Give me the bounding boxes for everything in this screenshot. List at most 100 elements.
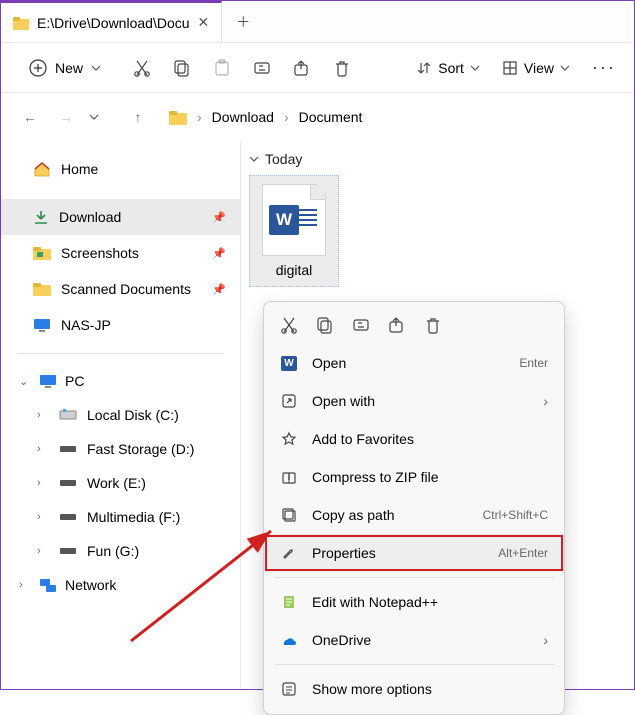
ctx-shortcut: Alt+Enter — [498, 546, 548, 560]
rename-icon[interactable] — [352, 316, 370, 334]
chevron-down-icon[interactable]: ⌄ — [19, 375, 31, 388]
sidebar-label: NAS-JP — [61, 317, 111, 333]
sidebar-scanned[interactable]: Scanned Documents 📌 — [1, 271, 240, 307]
sidebar-drive[interactable]: › Fun (G:) — [1, 534, 240, 568]
chevron-right-icon[interactable]: › — [37, 443, 49, 455]
delete-icon[interactable] — [333, 59, 351, 77]
ctx-show-more[interactable]: Show more options — [264, 670, 564, 708]
chevron-right-icon[interactable]: › — [19, 579, 31, 591]
delete-icon[interactable] — [424, 316, 442, 334]
zip-icon — [280, 469, 298, 485]
share-icon[interactable] — [388, 316, 406, 334]
chevron-right-icon[interactable]: › — [37, 477, 49, 489]
sidebar-drive[interactable]: ›Multimedia (F:) — [1, 500, 240, 534]
sidebar-screenshots[interactable]: Screenshots 📌 — [1, 235, 240, 271]
ctx-open-with[interactable]: Open with › — [264, 382, 564, 420]
sidebar-home[interactable]: Home — [1, 151, 240, 187]
chevron-right-icon[interactable]: › — [37, 511, 49, 523]
sidebar-label: Network — [65, 577, 116, 593]
ctx-label: Open with — [312, 393, 375, 409]
pin-icon: 📌 — [212, 247, 226, 260]
chevron-down-icon — [560, 65, 570, 71]
share-icon[interactable] — [293, 59, 311, 77]
ctx-label: Show more options — [312, 681, 432, 697]
window-tab[interactable]: E:\Drive\Download\Docu ✕ — [1, 1, 222, 42]
breadcrumb: › Download › Document — [169, 109, 362, 125]
word-file-icon: W — [262, 184, 326, 256]
onedrive-icon — [280, 634, 298, 646]
file-name: digital — [276, 262, 313, 278]
close-tab-icon[interactable]: ✕ — [198, 14, 210, 31]
drive-label: Fun (G:) — [87, 543, 139, 559]
context-menu: W Open Enter Open with › Add to Favorite… — [263, 301, 565, 715]
sidebar-drive[interactable]: ›Fast Storage (D:) — [1, 432, 240, 466]
group-header[interactable]: Today — [249, 151, 626, 167]
ctx-open[interactable]: W Open Enter — [264, 344, 564, 382]
nav-row: ← → ↑ › Download › Document — [1, 93, 634, 141]
sidebar-label: PC — [65, 373, 84, 389]
forward-button[interactable]: → — [53, 109, 79, 125]
ctx-label: Compress to ZIP file — [312, 469, 439, 485]
ctx-copy-path[interactable]: Copy as path Ctrl+Shift+C — [264, 496, 564, 534]
up-button[interactable]: ↑ — [125, 109, 151, 125]
new-button[interactable]: New — [19, 53, 111, 83]
sidebar-label: Screenshots — [61, 245, 139, 261]
sidebar-drive[interactable]: › Local Disk (C:) — [1, 398, 240, 432]
chevron-right-icon[interactable]: › — [37, 545, 49, 557]
chevron-right-icon[interactable]: › — [284, 109, 289, 125]
ctx-compress[interactable]: Compress to ZIP file — [264, 458, 564, 496]
chevron-right-icon[interactable]: › — [37, 409, 49, 421]
word-icon: W — [280, 356, 298, 371]
sidebar-label: Scanned Documents — [61, 281, 191, 297]
recent-dropdown-icon[interactable] — [89, 114, 115, 120]
sidebar: Home Download 📌 Screenshots 📌 Scanned Do… — [1, 141, 241, 689]
more-button[interactable]: ··· — [592, 57, 616, 78]
cut-icon[interactable] — [133, 59, 151, 77]
breadcrumb-item[interactable]: Document — [299, 109, 363, 125]
ctx-favorites[interactable]: Add to Favorites — [264, 420, 564, 458]
cut-icon[interactable] — [280, 316, 298, 334]
paste-icon[interactable] — [213, 59, 231, 77]
ctx-shortcut: Enter — [519, 356, 548, 370]
drive-icon — [59, 512, 77, 522]
sort-icon — [416, 60, 432, 76]
new-tab-button[interactable]: ＋ — [222, 1, 264, 42]
sidebar-download[interactable]: Download 📌 — [1, 199, 240, 235]
copy-icon[interactable] — [316, 316, 334, 334]
home-icon — [33, 161, 51, 177]
ctx-label: OneDrive — [312, 632, 371, 648]
sidebar-label: Download — [59, 209, 121, 225]
monitor-icon — [39, 374, 57, 388]
sidebar-nas[interactable]: NAS-JP — [1, 307, 240, 343]
star-icon — [280, 431, 298, 447]
drive-icon — [59, 478, 77, 488]
chevron-right-icon: › — [543, 393, 548, 409]
file-item[interactable]: W digital — [249, 175, 339, 287]
sidebar-network[interactable]: › Network — [1, 568, 240, 602]
view-button[interactable]: View — [502, 60, 570, 76]
download-icon — [33, 209, 49, 225]
wrench-icon — [280, 545, 298, 561]
folder-icon — [13, 16, 29, 30]
copy-icon[interactable] — [173, 59, 191, 77]
toolbar: New Sort View ··· — [1, 43, 634, 93]
sidebar-pc[interactable]: ⌄ PC — [1, 364, 240, 398]
ctx-label: Add to Favorites — [312, 431, 414, 447]
pin-icon: 📌 — [212, 283, 226, 296]
ctx-onedrive[interactable]: OneDrive › — [264, 621, 564, 659]
rename-icon[interactable] — [253, 59, 271, 77]
chevron-right-icon[interactable]: › — [197, 109, 202, 125]
drive-label: Local Disk (C:) — [87, 407, 179, 423]
ctx-notepadpp[interactable]: Edit with Notepad++ — [264, 583, 564, 621]
folder-icon — [33, 282, 51, 296]
chevron-down-icon — [249, 156, 259, 162]
breadcrumb-item[interactable]: Download — [212, 109, 274, 125]
sort-label: Sort — [438, 60, 464, 76]
title-bar: E:\Drive\Download\Docu ✕ ＋ — [1, 1, 634, 43]
chevron-right-icon: › — [543, 632, 548, 648]
ctx-properties[interactable]: Properties Alt+Enter — [264, 534, 564, 572]
back-button[interactable]: ← — [17, 109, 43, 125]
sidebar-drive[interactable]: ›Work (E:) — [1, 466, 240, 500]
network-icon — [39, 578, 57, 592]
sort-button[interactable]: Sort — [416, 60, 480, 76]
